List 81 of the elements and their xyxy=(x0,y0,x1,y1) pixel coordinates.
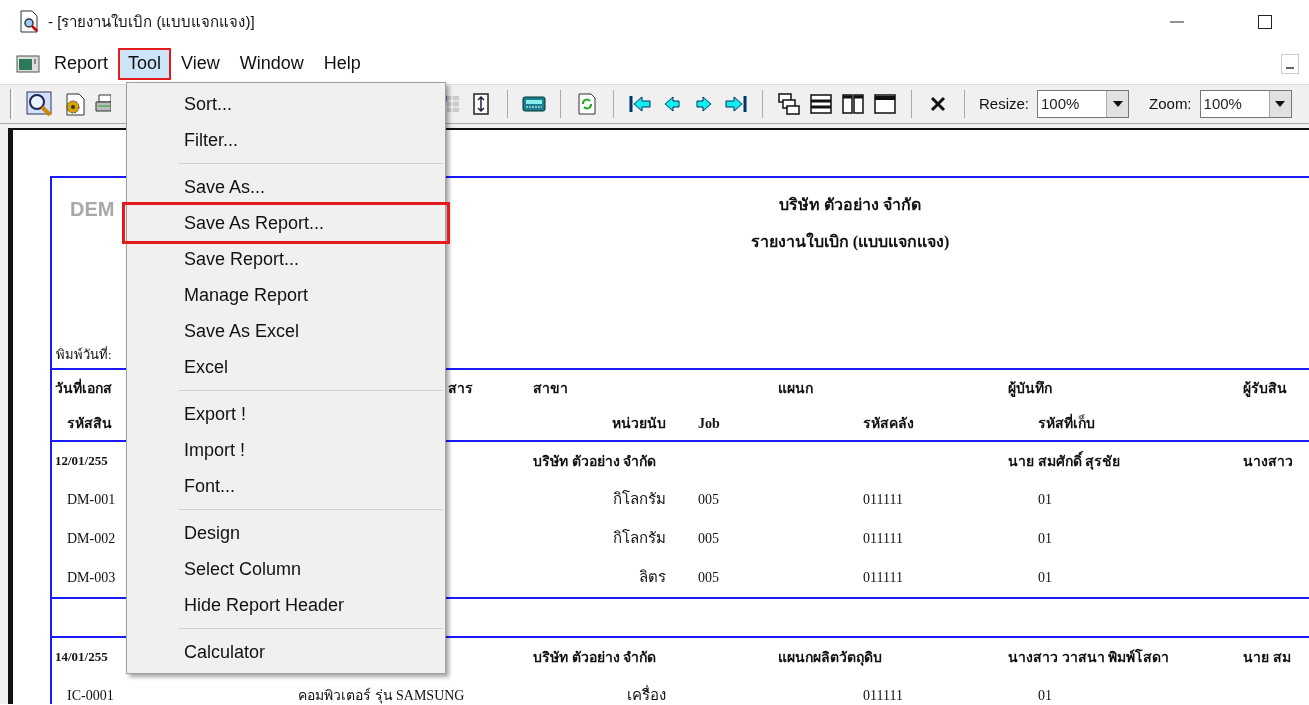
table-cell-text: 12/01/255 xyxy=(55,452,108,471)
menu-item[interactable]: View xyxy=(171,48,230,80)
column-header: รหัสคลัง xyxy=(863,414,914,433)
table-cell-text: คอมพิวเตอร์ รุ่น SAMSUNG xyxy=(298,686,465,704)
table-cell-text: แผนกผลิตวัตถุดิบ xyxy=(778,648,882,668)
table-cell-text: DM-002 xyxy=(67,530,116,548)
tile-vertical-icon[interactable] xyxy=(841,92,865,116)
menu-item[interactable]: Sort... xyxy=(129,86,443,122)
maximize-icon[interactable] xyxy=(1257,14,1273,30)
company-name: บริษัท ตัวอย่าง จำกัด xyxy=(778,195,922,215)
menu-item[interactable]: Window xyxy=(229,48,314,80)
report-title: รายงานใบเบิก (แบบแจกแจง) xyxy=(749,231,951,253)
table-cell-text: 011111 xyxy=(863,569,903,587)
column-header: รหัสสิน xyxy=(67,414,112,433)
table-cell-text: นางสาว วาสนา พิมพ์โสดา xyxy=(1008,647,1169,667)
table-cell-text: ลิตร xyxy=(639,568,666,588)
column-header: ผู้บันทึก xyxy=(1008,379,1052,399)
table-cell-text: 005 xyxy=(698,569,719,587)
table-cell-text: 01 xyxy=(1038,569,1052,587)
column-header: สาร xyxy=(448,379,473,398)
menu-item[interactable]: Manage Report xyxy=(129,277,443,313)
print-date-label: พิมพ์วันที่: xyxy=(56,345,113,364)
table-cell-text: IC-0001 xyxy=(67,687,114,704)
menu-item[interactable]: Tool xyxy=(118,48,172,80)
menu-item[interactable]: Save As Report... xyxy=(125,205,447,241)
column-header: วันที่เอกส xyxy=(55,377,112,398)
table-cell: นาย สมศักดิ์ สุรชัย xyxy=(1008,450,1120,472)
column-header: แผนก xyxy=(778,379,813,398)
table-cell-text: บริษัท ตัวอย่าง จำกัด xyxy=(533,648,656,667)
menu-item[interactable]: Excel xyxy=(129,349,443,385)
menu-item[interactable]: Calculator xyxy=(129,634,443,670)
document-magnifier-icon xyxy=(18,10,40,34)
table-cell-text: นางสาว xyxy=(1243,452,1293,471)
zoom-label: Zoom: xyxy=(1149,93,1192,114)
window-icon[interactable] xyxy=(873,92,897,116)
cascade-icon[interactable] xyxy=(777,92,801,116)
table-cell-text: DM-003 xyxy=(67,569,116,587)
resize-dropdown[interactable]: 100% xyxy=(1037,90,1130,118)
menu-item[interactable]: Save As Excel xyxy=(129,313,443,349)
table-cell-text: นาย สม xyxy=(1243,648,1291,667)
window-icon xyxy=(16,55,40,73)
logo-text: DEM xyxy=(70,198,115,220)
menu-item[interactable]: Export ! xyxy=(129,396,443,432)
menu-item[interactable]: Help xyxy=(313,48,371,80)
table-cell-text: กิโลกรัม xyxy=(613,528,666,549)
menu-item[interactable]: Save Report... xyxy=(129,241,443,277)
table-cell-text: 005 xyxy=(698,491,719,509)
caret-icon xyxy=(1112,101,1123,107)
table-cell-text: บริษัท ตัวอย่าง จำกัด xyxy=(533,452,656,471)
caret-icon xyxy=(1275,101,1286,107)
menu-item[interactable]: Font... xyxy=(129,468,443,504)
window-title: - [รายงานใบเบิก (แบบแจกแจง)] xyxy=(48,11,255,32)
column-header: สาขา xyxy=(533,379,568,398)
table-cell-text: 011111 xyxy=(863,687,903,704)
magnifier-icon[interactable] xyxy=(25,90,53,118)
table-cell-text: 011111 xyxy=(863,491,903,509)
menu-item[interactable]: Filter... xyxy=(129,122,443,158)
table-cell: เครื่อง xyxy=(627,684,666,704)
table-cell-text: 011111 xyxy=(863,530,903,548)
table-cell-text: กิโลกรัม xyxy=(613,489,666,510)
zoom-dropdown[interactable]: 100% xyxy=(1199,90,1292,118)
menu-item[interactable]: Design xyxy=(129,515,443,551)
menu-item[interactable]: Import ! xyxy=(129,432,443,468)
menu-item[interactable]: Save As... xyxy=(129,169,443,205)
table-cell-text: 01 xyxy=(1038,491,1052,509)
table-cell-text: 01 xyxy=(1038,530,1052,548)
tile-horizontal-icon[interactable] xyxy=(809,92,833,116)
menu-item[interactable]: Report xyxy=(44,48,119,80)
table-cell-text: 005 xyxy=(698,530,719,548)
table-cell-text: DM-001 xyxy=(67,491,116,509)
menu-item[interactable]: Select Column xyxy=(129,551,443,587)
menu-item[interactable]: Hide Report Header xyxy=(129,587,443,623)
column-header: หน่วยนับ xyxy=(612,414,666,433)
column-header: รหัสที่เก็บ xyxy=(1038,412,1095,433)
table-cell-text: 01 xyxy=(1038,687,1052,704)
column-header: Job xyxy=(698,414,720,433)
table-cell-text: 14/01/255 xyxy=(55,648,108,667)
refresh-icon[interactable] xyxy=(575,92,599,116)
minimize-icon xyxy=(1286,67,1294,69)
column-header: ผู้รับสิน xyxy=(1243,379,1287,399)
resize-label: Resize: xyxy=(979,93,1030,114)
